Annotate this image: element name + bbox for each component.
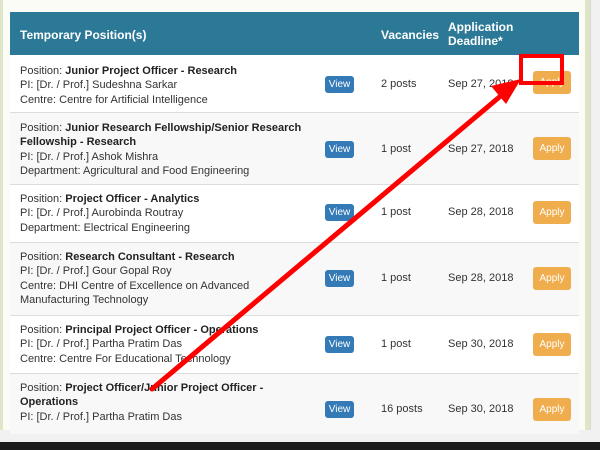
vacancies-cell: 1 post bbox=[381, 272, 411, 284]
view-button[interactable]: View bbox=[325, 76, 354, 93]
department: Centre: Centre For Educational Technolog… bbox=[20, 352, 231, 365]
apply-button[interactable]: Apply bbox=[533, 333, 571, 356]
table-row: Position: Junior Project Officer - Resea… bbox=[10, 55, 579, 113]
department: Department: Agricultural and Food Engine… bbox=[20, 165, 250, 178]
position-title: Research Consultant - Research bbox=[65, 251, 235, 263]
deadline-cell: Sep 28, 2018 bbox=[448, 272, 514, 284]
position-info: Position: Junior Research Fellowship/Sen… bbox=[20, 121, 305, 179]
deadline-cell: Sep 28, 2018 bbox=[448, 206, 514, 218]
vacancies-cell: 2 posts bbox=[381, 78, 417, 90]
pi-name: PI: [Dr. / Prof.] Partha Pratim Das bbox=[20, 338, 182, 351]
pi-name: PI: [Dr. / Prof.] Gour Gopal Roy bbox=[20, 265, 172, 278]
header-position: Temporary Position(s) bbox=[20, 28, 147, 42]
position-title: Project Officer - Analytics bbox=[65, 193, 200, 205]
position-info: Position: Research Consultant - Research… bbox=[20, 250, 305, 308]
view-button[interactable]: View bbox=[325, 204, 354, 221]
position-prefix: Position: bbox=[20, 193, 66, 205]
view-button[interactable]: View bbox=[325, 336, 354, 353]
header-deadline: Application Deadline* bbox=[448, 20, 514, 48]
position-prefix: Position: bbox=[20, 324, 66, 336]
vacancies-cell: 16 posts bbox=[381, 403, 423, 415]
deadline-cell: Sep 27, 2018 bbox=[448, 78, 514, 90]
apply-button[interactable]: Apply bbox=[533, 71, 571, 94]
pi-name: PI: [Dr. / Prof.] Partha Pratim Das bbox=[20, 410, 182, 423]
left-border bbox=[0, 0, 3, 430]
vacancies-cell: 1 post bbox=[381, 206, 411, 218]
pi-name: PI: [Dr. / Prof.] Ashok Mishra bbox=[20, 150, 159, 163]
department: Centre: Centre for Artificial Intelligen… bbox=[20, 93, 208, 106]
view-button[interactable]: View bbox=[325, 401, 354, 418]
positions-table: Temporary Position(s) Vacancies Applicat… bbox=[10, 12, 579, 434]
table-row: Position: Junior Research Fellowship/Sen… bbox=[10, 113, 579, 185]
apply-button[interactable]: Apply bbox=[533, 201, 571, 224]
window-scrollbar[interactable] bbox=[590, 0, 600, 430]
deadline-cell: Sep 30, 2018 bbox=[448, 338, 514, 350]
view-button[interactable]: View bbox=[325, 270, 354, 287]
apply-button[interactable]: Apply bbox=[533, 398, 571, 421]
position-info: Position: Project Officer/Junior Project… bbox=[20, 381, 305, 424]
position-info: Position: Junior Project Officer - Resea… bbox=[20, 64, 305, 107]
position-info: Position: Project Officer - Analytics PI… bbox=[20, 192, 305, 235]
vacancies-cell: 1 post bbox=[381, 338, 411, 350]
table-row: Position: Research Consultant - Research… bbox=[10, 243, 579, 316]
page-background: Temporary Position(s) Vacancies Applicat… bbox=[0, 0, 600, 450]
department: Department: Electrical Engineering bbox=[20, 221, 190, 234]
position-prefix: Position: bbox=[20, 382, 66, 394]
position-prefix: Position: bbox=[20, 65, 66, 77]
position-title: Principal Project Officer - Operations bbox=[65, 324, 259, 336]
header-vacancies: Vacancies bbox=[381, 28, 440, 42]
position-title: Junior Project Officer - Research bbox=[65, 65, 238, 77]
department: Centre: DHI Centre of Excellence on Adva… bbox=[20, 279, 250, 307]
deadline-cell: Sep 27, 2018 bbox=[448, 143, 514, 155]
position-prefix: Position: bbox=[20, 122, 66, 134]
taskbar-strip bbox=[0, 442, 600, 450]
position-info: Position: Principal Project Officer - Op… bbox=[20, 323, 305, 366]
table-row: Position: Project Officer - Analytics PI… bbox=[10, 185, 579, 243]
view-button[interactable]: View bbox=[325, 141, 354, 158]
position-prefix: Position: bbox=[20, 251, 66, 263]
table-row: Position: Principal Project Officer - Op… bbox=[10, 316, 579, 374]
table-row: Position: Project Officer/Junior Project… bbox=[10, 374, 579, 434]
apply-button[interactable]: Apply bbox=[533, 137, 571, 160]
vacancies-cell: 1 post bbox=[381, 143, 411, 155]
pi-name: PI: [Dr. / Prof.] Aurobinda Routray bbox=[20, 207, 184, 220]
apply-button[interactable]: Apply bbox=[533, 267, 571, 290]
deadline-cell: Sep 30, 2018 bbox=[448, 403, 514, 415]
table-header: Temporary Position(s) Vacancies Applicat… bbox=[10, 12, 579, 55]
pi-name: PI: [Dr. / Prof.] Sudeshna Sarkar bbox=[20, 79, 178, 92]
